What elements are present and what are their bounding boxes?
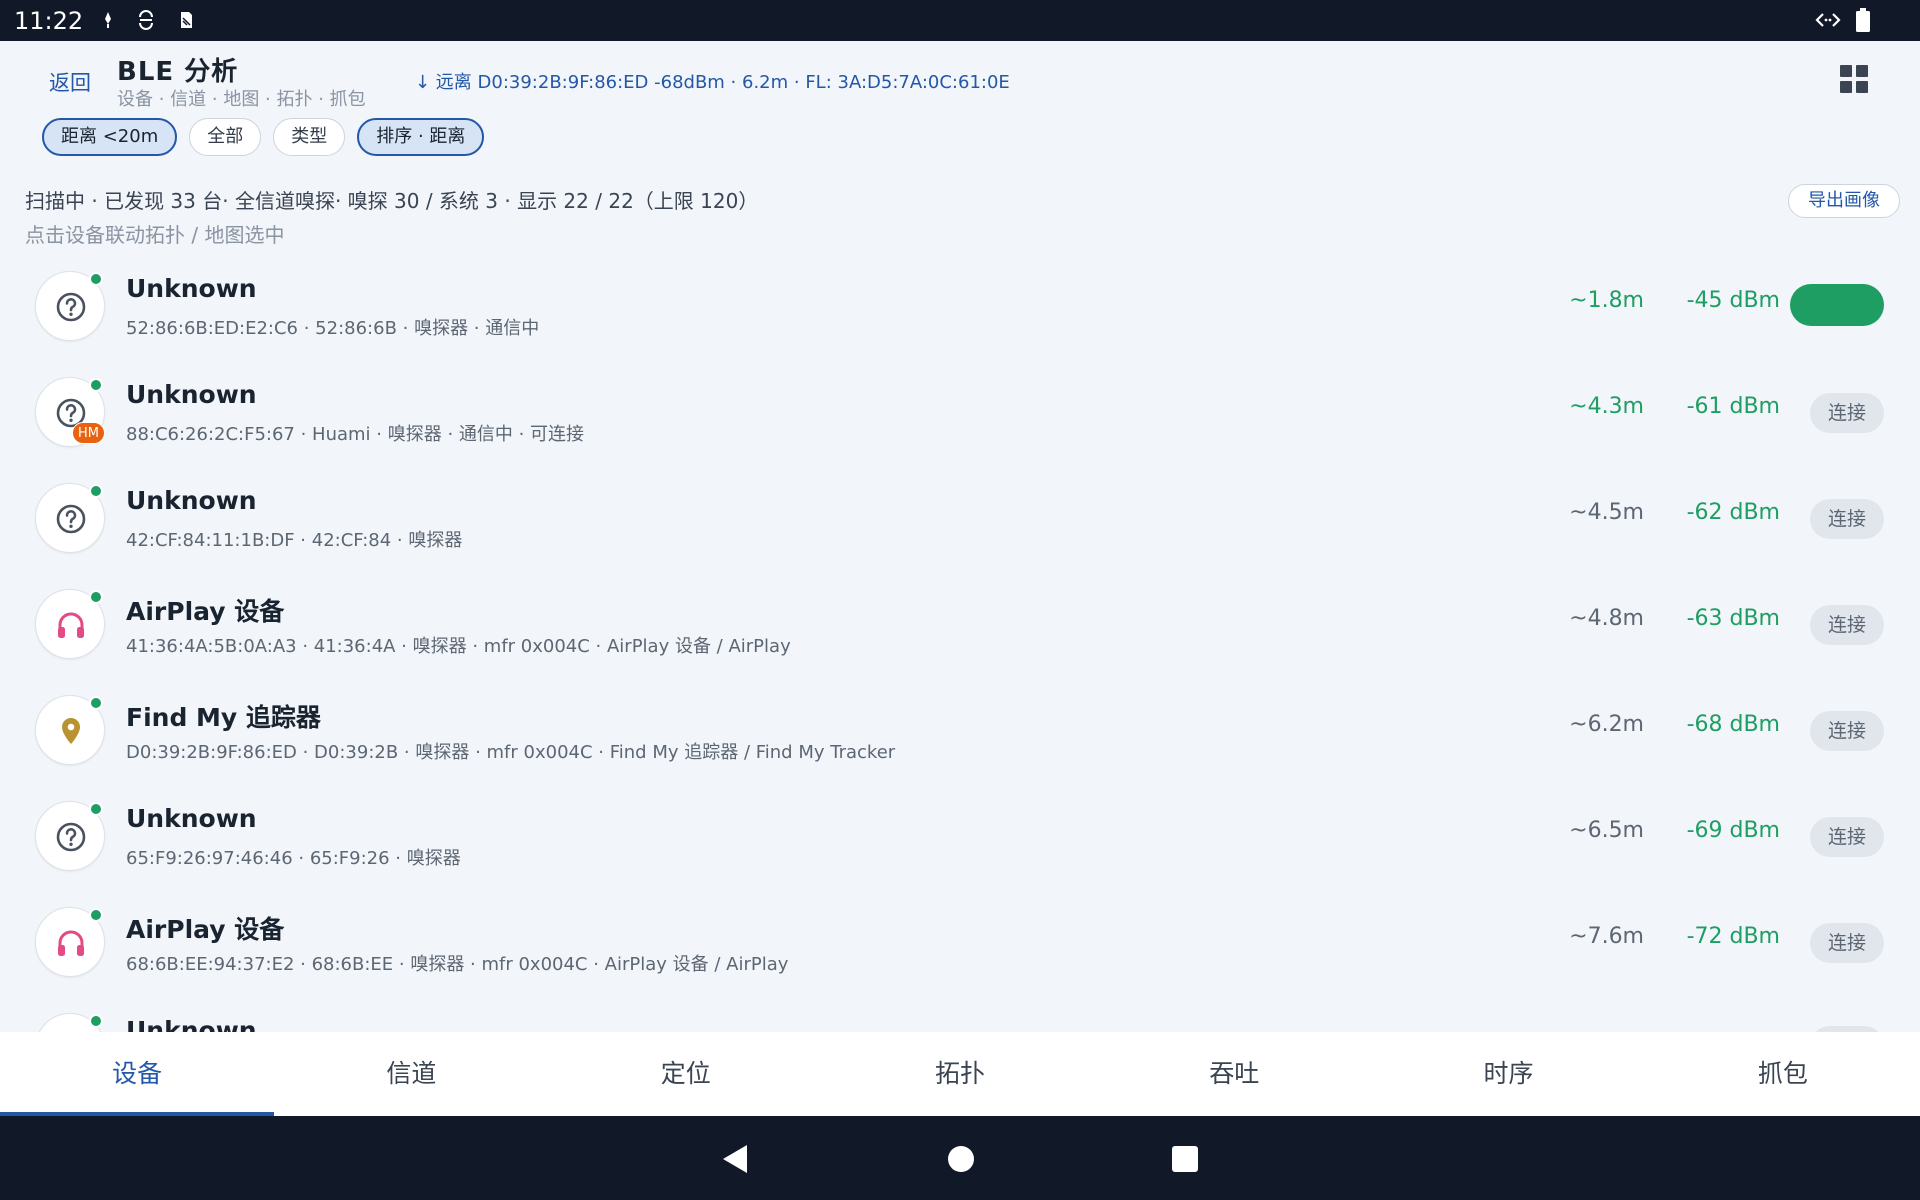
device-name: Unknown (126, 804, 257, 833)
nav-recents-icon[interactable] (1172, 1146, 1198, 1172)
device-row[interactable]: Unknown 65:F9:26:97:46:46 · 65:F9:26 · 嗅… (0, 782, 1920, 888)
selected-device-info: ↓ 远离 D0:39:2B:9F:86:ED -68dBm · 6.2m · F… (415, 72, 1010, 93)
status-time: 11:22 (14, 7, 84, 35)
online-dot (89, 484, 103, 498)
device-distance: ~4.3m (1569, 394, 1644, 419)
device-name: Unknown (126, 274, 257, 303)
tab-throughput[interactable]: 吞吐 (1097, 1032, 1371, 1116)
headphones-icon (58, 612, 84, 638)
device-rssi: -45 dBm (1686, 288, 1780, 313)
tab-channels[interactable]: 信道 (274, 1032, 548, 1116)
vpn-arrows-icon (1815, 13, 1841, 27)
connect-button[interactable]: 连接 (1810, 605, 1884, 645)
vendor-badge: HM (72, 422, 105, 444)
online-dot (89, 590, 103, 604)
export-profile-button[interactable]: 导出画像 (1788, 184, 1900, 218)
tab-timing[interactable]: 时序 (1371, 1032, 1645, 1116)
battery-icon (1856, 8, 1870, 32)
scan-summary: 扫描中 · 已发现 33 台· 全信道嗅探· 嗅探 30 / 系统 3 · 显示… (25, 189, 759, 213)
device-meta: D0:39:2B:9F:86:ED · D0:39:2B · 嗅探器 · mfr… (126, 742, 896, 763)
online-dot (89, 1014, 103, 1028)
sdcard-icon (181, 12, 192, 28)
online-dot (89, 802, 103, 816)
device-row[interactable]: Unknown (0, 994, 1920, 1032)
device-row[interactable]: Unknown 52:86:6B:ED:E2:C6 · 52:86:6B · 嗅… (0, 252, 1920, 358)
question-icon (56, 504, 86, 534)
device-meta: 88:C6:26:2C:F5:67 · Huami · 嗅探器 · 通信中 · … (126, 424, 585, 445)
connect-button[interactable]: 连接 (1810, 711, 1884, 751)
device-row[interactable]: Find My 追踪器 D0:39:2B:9F:86:ED · D0:39:2B… (0, 676, 1920, 782)
connect-button[interactable]: 连接 (1810, 923, 1884, 963)
device-meta: 65:F9:26:97:46:46 · 65:F9:26 · 嗅探器 (126, 848, 461, 869)
device-distance: ~4.5m (1569, 500, 1644, 525)
chip-distance-filter[interactable]: 距离 <20m (42, 118, 178, 156)
device-meta: 42:CF:84:11:1B:DF · 42:CF:84 · 嗅探器 (126, 530, 463, 551)
chip-type[interactable]: 类型 (273, 118, 346, 156)
status-bar: 11:22 (0, 0, 1920, 41)
connect-button[interactable]: 连接 (1810, 817, 1884, 857)
bottom-tab-bar: 设备 信道 定位 拓扑 吞吐 时序 抓包 (0, 1032, 1920, 1116)
tab-location[interactable]: 定位 (549, 1032, 823, 1116)
online-dot (89, 378, 103, 392)
online-dot (89, 908, 103, 922)
device-name: Unknown (126, 1016, 257, 1032)
question-icon (56, 292, 86, 322)
question-icon (56, 822, 86, 852)
device-distance: ~1.8m (1569, 288, 1644, 313)
device-row[interactable]: AirPlay 设备 41:36:4A:5B:0A:A3 · 41:36:4A … (0, 570, 1920, 676)
nav-back-icon[interactable] (723, 1145, 747, 1173)
device-distance: ~6.5m (1569, 818, 1644, 843)
device-meta: 41:36:4A:5B:0A:A3 · 41:36:4A · 嗅探器 · mfr… (126, 636, 791, 657)
device-name: Unknown (126, 380, 257, 409)
device-rssi: -61 dBm (1686, 394, 1780, 419)
device-distance: ~6.2m (1569, 712, 1644, 737)
online-dot (89, 696, 103, 710)
device-meta: 52:86:6B:ED:E2:C6 · 52:86:6B · 嗅探器 · 通信中 (126, 318, 540, 339)
device-meta: 68:6B:EE:94:37:E2 · 68:6B:EE · 嗅探器 · mfr… (126, 954, 789, 975)
page-title: BLE 分析 (117, 57, 239, 87)
device-rssi: -62 dBm (1686, 500, 1780, 525)
device-rssi: -68 dBm (1686, 712, 1780, 737)
connect-button[interactable]: 连接 (1810, 393, 1884, 433)
tab-capture[interactable]: 抓包 (1646, 1032, 1920, 1116)
filter-chips: 距离 <20m 全部 类型 排序 · 距离 (42, 118, 485, 156)
grid-icon[interactable] (1838, 63, 1870, 95)
device-row[interactable]: HM Unknown 88:C6:26:2C:F5:67 · Huami · 嗅… (0, 358, 1920, 464)
scan-hint: 点击设备联动拓扑 / 地图选中 (25, 223, 285, 247)
device-rssi: -63 dBm (1686, 606, 1780, 631)
connect-button[interactable]: 连接 (1810, 499, 1884, 539)
location-pin-icon (62, 718, 80, 744)
chip-sort-distance[interactable]: 排序 · 距离 (357, 118, 485, 156)
headphones-icon (58, 930, 84, 956)
chip-all[interactable]: 全部 (189, 118, 262, 156)
tab-devices[interactable]: 设备 (0, 1032, 275, 1116)
system-nav-bar (0, 1116, 1920, 1200)
device-row[interactable]: Unknown 42:CF:84:11:1B:DF · 42:CF:84 · 嗅… (0, 464, 1920, 570)
nav-home-icon[interactable] (948, 1146, 974, 1172)
device-name: Find My 追踪器 (126, 703, 321, 732)
device-rssi: -72 dBm (1686, 924, 1780, 949)
mic-icon (105, 12, 111, 28)
sync-icon (139, 10, 153, 30)
device-distance: ~4.8m (1569, 606, 1644, 631)
device-name: Unknown (126, 486, 257, 515)
device-row[interactable]: AirPlay 设备 68:6B:EE:94:37:E2 · 68:6B:EE … (0, 888, 1920, 994)
device-distance: ~7.6m (1569, 924, 1644, 949)
device-name: AirPlay 设备 (126, 597, 285, 626)
tab-topology[interactable]: 拓扑 (823, 1032, 1097, 1116)
online-dot (89, 272, 103, 286)
back-button[interactable]: 返回 (49, 67, 91, 97)
page-subtitle: 设备 · 信道 · 地图 · 拓扑 · 抓包 (117, 89, 366, 110)
connected-indicator[interactable] (1790, 284, 1884, 326)
device-rssi: -69 dBm (1686, 818, 1780, 843)
device-name: AirPlay 设备 (126, 915, 285, 944)
device-list[interactable]: Unknown 52:86:6B:ED:E2:C6 · 52:86:6B · 嗅… (0, 252, 1920, 1032)
app-header: 返回 BLE 分析 设备 · 信道 · 地图 · 拓扑 · 抓包 ↓ 远离 D0… (0, 41, 1920, 159)
